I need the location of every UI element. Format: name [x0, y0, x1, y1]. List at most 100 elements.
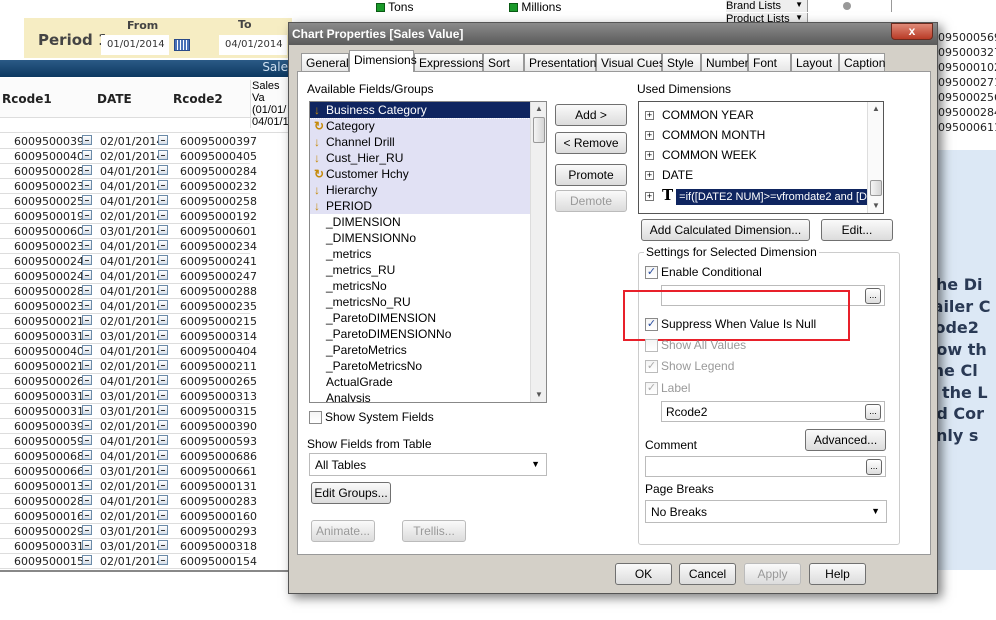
tab-expressions[interactable]: Expressions	[414, 53, 484, 71]
table-row[interactable]: 60095000131 02/01/2014 60095000131	[0, 479, 257, 494]
table-row[interactable]: 60095000404 04/01/2014 60095000404	[0, 344, 257, 359]
conditional-expression-button[interactable]: ...	[865, 288, 881, 304]
collapse-icon[interactable]	[158, 330, 168, 340]
show-system-fields-checkbox[interactable]: Show System Fields	[309, 410, 434, 425]
collapse-icon[interactable]	[158, 420, 168, 430]
collapse-icon[interactable]	[82, 210, 92, 220]
tab-general[interactable]: General	[301, 53, 349, 71]
table-row[interactable]: 60095000241 04/01/2014 60095000241	[0, 254, 257, 269]
available-fields-scrollbar[interactable]: ▲ ▼	[530, 102, 546, 402]
enable-conditional-checkbox[interactable]: ✓ Enable Conditional	[645, 265, 762, 280]
collapse-icon[interactable]	[82, 330, 92, 340]
expand-icon[interactable]: +	[645, 171, 654, 181]
show-fields-dropdown[interactable]: All Tables ▼	[309, 453, 547, 476]
list-item[interactable]: _DIMENSIONNo	[310, 230, 530, 246]
collapse-icon[interactable]	[158, 285, 168, 295]
calendar-icon[interactable]	[174, 39, 190, 51]
collapse-icon[interactable]	[82, 405, 92, 415]
add-calculated-dimension-button[interactable]: Add Calculated Dimension...	[641, 219, 810, 241]
collapse-icon[interactable]	[82, 420, 92, 430]
collapse-icon[interactable]	[158, 150, 168, 160]
scroll-down-icon[interactable]: ▼	[532, 388, 546, 402]
collapse-icon[interactable]	[82, 495, 92, 505]
column-header-rcode2[interactable]: Rcode2	[173, 92, 223, 106]
table-row[interactable]: 60095000211 02/01/2014 60095000211	[0, 359, 257, 374]
collapse-icon[interactable]	[158, 525, 168, 535]
list-item[interactable]: + DATE	[639, 165, 867, 185]
table-row[interactable]: 60095000405 02/01/2014 60095000405	[0, 149, 257, 164]
table-row[interactable]: 60095000160 02/01/2014 60095000160	[0, 509, 257, 524]
collapse-icon[interactable]	[158, 465, 168, 475]
collapse-icon[interactable]	[158, 210, 168, 220]
table-row[interactable]: 60095000154 02/01/2014 60095000154	[0, 554, 257, 569]
collapse-icon[interactable]	[82, 225, 92, 235]
table-row[interactable]: 60095000601 03/01/2014 60095000601	[0, 224, 257, 239]
list-item[interactable]: _ParetoMetricsNo	[310, 358, 530, 374]
collapse-icon[interactable]	[82, 180, 92, 190]
horizontal-scrollbar[interactable]	[0, 570, 288, 572]
collapse-icon[interactable]	[158, 270, 168, 280]
table-row[interactable]: 60095000318 03/01/2014 60095000318	[0, 539, 257, 554]
collapse-icon[interactable]	[82, 285, 92, 295]
collapse-icon[interactable]	[82, 270, 92, 280]
help-button[interactable]: Help	[809, 563, 866, 585]
expand-icon[interactable]: +	[645, 131, 654, 141]
comment-input[interactable]: ...	[645, 456, 886, 477]
list-item[interactable]: _ParetoMetrics	[310, 342, 530, 358]
list-item[interactable]: + COMMON MONTH	[639, 125, 867, 145]
list-item[interactable]: _ParetoDIMENSIONNo	[310, 326, 530, 342]
collapse-icon[interactable]	[82, 360, 92, 370]
table-row[interactable]: 60095000215 02/01/2014 60095000215	[0, 314, 257, 329]
tab-sort[interactable]: Sort	[483, 53, 524, 71]
tons-checkbox[interactable]: Tons	[376, 0, 413, 14]
table-row[interactable]: 60095000390 02/01/2014 60095000390	[0, 419, 257, 434]
collapse-icon[interactable]	[82, 345, 92, 355]
label-checkbox[interactable]: ✓ Label	[645, 381, 690, 396]
expand-icon[interactable]: +	[645, 192, 654, 202]
page-breaks-dropdown[interactable]: No Breaks ▼	[645, 500, 887, 523]
add-button[interactable]: Add >	[555, 104, 627, 126]
collapse-icon[interactable]	[158, 540, 168, 550]
collapse-icon[interactable]	[82, 255, 92, 265]
collapse-icon[interactable]	[82, 195, 92, 205]
collapse-icon[interactable]	[158, 165, 168, 175]
collapse-icon[interactable]	[158, 135, 168, 145]
list-item[interactable]: ↓ Hierarchy	[310, 182, 530, 198]
label-expression-button[interactable]: ...	[865, 404, 881, 420]
tab-font[interactable]: Font	[748, 53, 791, 71]
table-row[interactable]: 60095000232 04/01/2014 60095000232	[0, 179, 257, 194]
tab-presentation[interactable]: Presentation	[524, 53, 596, 71]
expand-icon[interactable]: +	[645, 111, 654, 121]
tab-layout[interactable]: Layout	[791, 53, 839, 71]
table-row[interactable]: 60095000314 03/01/2014 60095000314	[0, 329, 257, 344]
millions-checkbox[interactable]: Millions	[509, 0, 561, 14]
collapse-icon[interactable]	[82, 315, 92, 325]
available-fields-list[interactable]: ↓ Business Category ↻ Category ↓ Channel Dril…	[309, 101, 547, 403]
collapse-icon[interactable]	[158, 405, 168, 415]
list-item[interactable]: Analysis	[310, 390, 530, 402]
column-header-rcode1[interactable]: Rcode1	[2, 92, 52, 106]
tab-caption[interactable]: Caption	[839, 53, 885, 71]
collapse-icon[interactable]	[82, 165, 92, 175]
list-item[interactable]: + COMMON YEAR	[639, 105, 867, 125]
table-row[interactable]: 60095000258 04/01/2014 60095000258	[0, 194, 257, 209]
collapse-icon[interactable]	[158, 435, 168, 445]
collapse-icon[interactable]	[82, 465, 92, 475]
table-row[interactable]: 60095000593 04/01/2014 60095000593	[0, 434, 257, 449]
scroll-down-icon[interactable]: ▼	[869, 199, 883, 213]
collapse-icon[interactable]	[82, 525, 92, 535]
collapse-icon[interactable]	[158, 510, 168, 520]
close-button[interactable]: x	[891, 23, 933, 40]
collapse-icon[interactable]	[158, 180, 168, 190]
list-item[interactable]: _metrics_RU	[310, 262, 530, 278]
collapse-icon[interactable]	[82, 375, 92, 385]
column-header-date[interactable]: DATE	[97, 92, 132, 106]
table-row[interactable]: 60095000234 04/01/2014 60095000234	[0, 239, 257, 254]
list-item[interactable]: _metrics	[310, 246, 530, 262]
remove-button[interactable]: < Remove	[555, 132, 627, 154]
scroll-thumb[interactable]	[870, 180, 882, 196]
collapse-icon[interactable]	[158, 375, 168, 385]
collapse-icon[interactable]	[82, 450, 92, 460]
used-dimensions-list[interactable]: + COMMON YEAR + COMMON MONTH + COMMON WEEK + DA…	[638, 101, 884, 214]
collapse-icon[interactable]	[158, 555, 168, 565]
